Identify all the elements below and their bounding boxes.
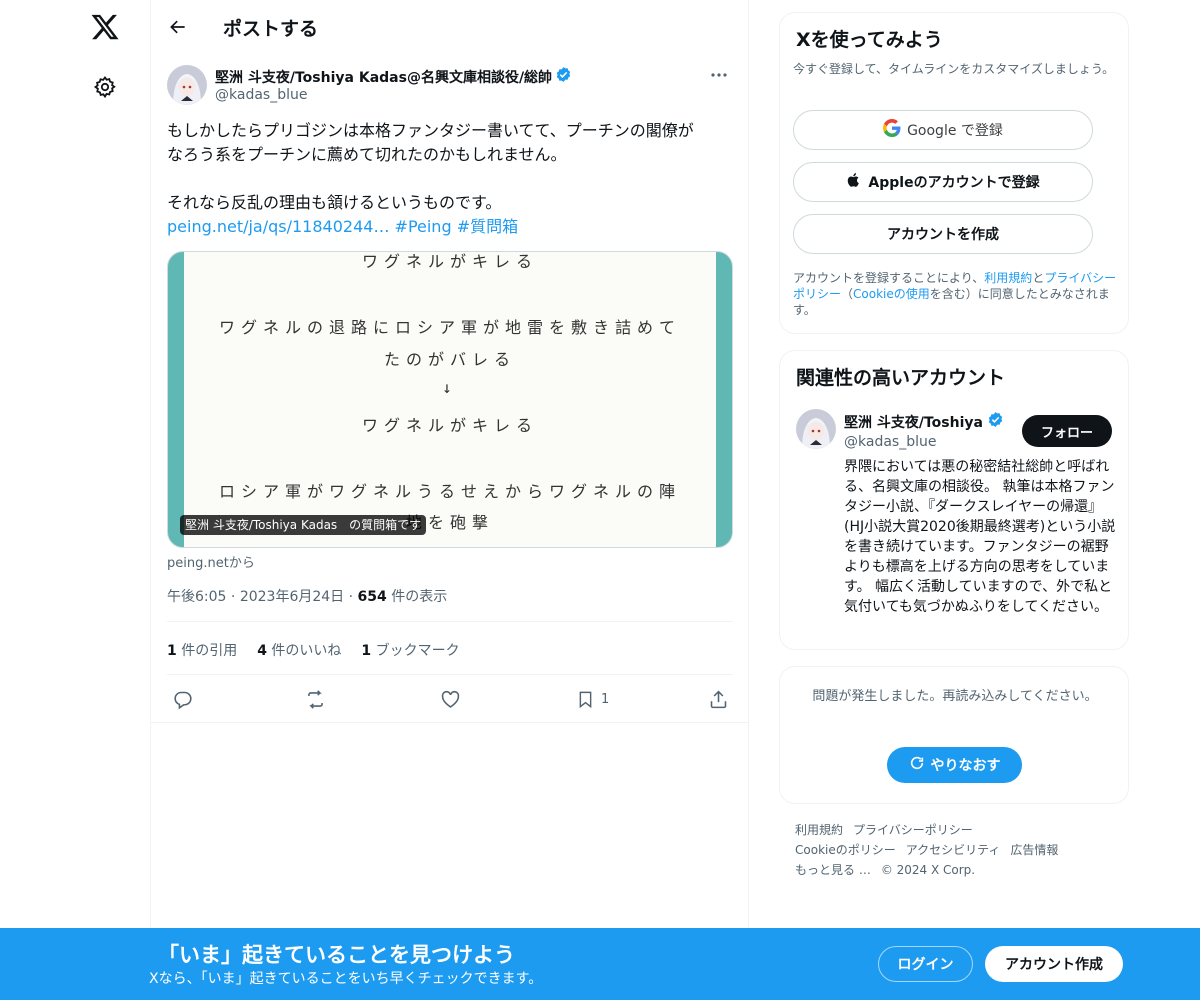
like-icon[interactable] xyxy=(440,686,461,712)
tweet-text-line: なろう系をプーチンに薦めて切れたのかもしれません。 xyxy=(167,145,567,164)
google-signup-button[interactable]: Google で登録 xyxy=(793,110,1093,150)
retry-button[interactable]: やりなおす xyxy=(887,747,1022,783)
author-name[interactable]: 堅洲 斗支夜/Toshiya Kadas@名興文庫相談役/総帥 xyxy=(215,66,572,87)
views-count: 654 xyxy=(357,589,387,605)
related-accounts-panel: 関連性の高いアカウント 堅洲 斗支夜/Toshiya @kadas_blue フ… xyxy=(779,350,1129,650)
likes-stat[interactable]: 4 件のいいね xyxy=(257,640,341,660)
link-card[interactable]: ワグネルがキレる ワグネルの退路にロシア軍が地雷を敷き詰めて たのがバレる ↓ … xyxy=(167,251,733,548)
footer-accessibility-link[interactable]: アクセシビリティ xyxy=(906,843,1001,857)
card-handwriting-line: たのがバレる xyxy=(383,350,516,369)
related-panel-title: 関連性の高いアカウント xyxy=(796,367,1006,389)
signup-panel: Xを使ってみよう 今すぐ登録して、タイムラインをカスタマイズしましょう。 Goo… xyxy=(779,12,1129,334)
x-logo-icon[interactable] xyxy=(88,10,122,44)
tweet-author: 堅洲 斗支夜/Toshiya Kadas@名興文庫相談役/総帥 @kadas_b… xyxy=(167,64,733,108)
card-handwriting-line: ワグネルがキレる xyxy=(361,416,538,435)
related-account-name[interactable]: 堅洲 斗支夜/Toshiya xyxy=(844,411,1004,432)
footer-ads-link[interactable]: 広告情報 xyxy=(1010,843,1058,857)
more-icon[interactable] xyxy=(705,64,733,86)
signup-button[interactable]: アカウント作成 xyxy=(985,946,1123,982)
tweet-meta: 午後6:05 · 2023年6月24日 · 654 件の表示 xyxy=(167,589,448,605)
views-label: 件の表示 xyxy=(391,589,448,605)
refresh-icon xyxy=(909,755,925,775)
left-nav xyxy=(0,0,150,1000)
tweet-actions: 1 xyxy=(167,686,733,712)
bottom-bar-subtitle: Xなら、「いま」起きていることをいち早くチェックできます。 xyxy=(149,971,543,987)
author-name-text: 堅洲 斗支夜/Toshiya Kadas@名興文庫相談役/総帥 xyxy=(215,69,553,86)
reply-icon[interactable] xyxy=(172,686,193,712)
retry-label: やりなおす xyxy=(930,758,1001,774)
divider xyxy=(167,674,733,675)
error-message: 問題が発生しました。再読み込みしてください。 xyxy=(812,689,1098,704)
divider xyxy=(167,621,733,622)
verified-badge-icon xyxy=(987,411,1004,432)
right-sidebar: Xを使ってみよう 今すぐ登録して、タイムラインをカスタマイズしましょう。 Goo… xyxy=(779,0,1129,1000)
avatar[interactable] xyxy=(796,409,836,449)
legal-notice: アカウントを登録することにより、利用規約とプライバシーポリシー（Cookieの使… xyxy=(793,271,1117,317)
tweet-link[interactable]: peing.net/ja/qs/11840244… xyxy=(167,217,389,236)
apple-signup-button[interactable]: Appleのアカウントで登録 xyxy=(793,162,1093,202)
card-caption: 堅洲 斗支夜/Toshiya Kadas の質問箱です xyxy=(180,515,427,535)
footer-cookie-link[interactable]: Cookieのポリシー xyxy=(795,843,896,857)
terms-link[interactable]: 利用規約 xyxy=(984,271,1032,285)
card-source[interactable]: peing.netから xyxy=(167,552,255,571)
card-handwriting-line: ワグネルがキレる xyxy=(361,252,538,271)
footer-links: 利用規約 プライバシーポリシー Cookieのポリシー アクセシビリティ 広告情報 も… xyxy=(795,820,1115,880)
footer-copyright: © 2024 X Corp. xyxy=(880,863,976,877)
page-header: ポストする xyxy=(151,0,749,53)
footer-terms-link[interactable]: 利用規約 xyxy=(795,823,843,837)
related-account-handle[interactable]: @kadas_blue xyxy=(844,434,936,450)
gear-icon[interactable] xyxy=(89,71,121,103)
login-button[interactable]: ログイン xyxy=(878,946,973,982)
avatar[interactable] xyxy=(167,65,207,105)
related-account-bio: 界隈においては悪の秘密結社総帥と呼ばれる、名興文庫の相談役。 執筆は本格ファンタ… xyxy=(844,459,1116,615)
page-title: ポストする xyxy=(223,18,319,40)
footer-more-link[interactable]: もっと見る … xyxy=(795,863,871,877)
card-image: ワグネルがキレる ワグネルの退路にロシア軍が地雷を敷き詰めて たのがバレる ↓ … xyxy=(184,252,716,547)
google-signup-label: Google で登録 xyxy=(907,123,1003,139)
signup-panel-subtitle: 今すぐ登録して、タイムラインをカスタマイズしましょう。 xyxy=(793,62,1115,76)
quotes-stat[interactable]: 1 件の引用 xyxy=(167,640,237,660)
bookmarks-stat[interactable]: 1 ブックマーク xyxy=(361,640,459,660)
divider xyxy=(151,722,749,723)
create-account-button[interactable]: アカウントを作成 xyxy=(793,214,1093,254)
bookmark-icon[interactable]: 1 xyxy=(576,686,609,712)
bottom-signup-bar: 「いま」起きていることを見つけよう Xなら、「いま」起きていることをいち早くチェ… xyxy=(0,928,1200,1000)
follow-button[interactable]: フォロー xyxy=(1022,415,1112,447)
tweet-stats: 1 件の引用 4 件のいいね 1 ブックマーク xyxy=(167,640,460,660)
apple-icon xyxy=(846,171,862,193)
main-column: ポストする 堅洲 斗支夜/Toshiya Kadas@名興文庫相談役/総帥 @k… xyxy=(150,0,749,1000)
hashtag-peing[interactable]: #Peing xyxy=(395,217,452,236)
tweet-text-line: もしかしたらプリゴジンは本格ファンタジー書いてて、プーチンの閣僚が xyxy=(167,121,694,140)
card-handwriting-line: ロシア軍がワグネルうるせえからワグネルの陣 xyxy=(218,482,681,501)
tweet-text: もしかしたらプリゴジンは本格ファンタジー書いてて、プーチンの閣僚が なろう系をプ… xyxy=(167,119,737,239)
tweet-time[interactable]: 午後6:05 xyxy=(167,589,226,605)
tweet-text-line: それなら反乱の理由も頷けるというものです。 xyxy=(167,193,502,212)
author-handle[interactable]: @kadas_blue xyxy=(215,87,307,103)
hashtag-question-box[interactable]: #質問箱 xyxy=(457,217,518,236)
footer-privacy-link[interactable]: プライバシーポリシー xyxy=(853,823,973,837)
cookie-link[interactable]: Cookieの使用 xyxy=(853,287,930,301)
card-handwriting-line: ワグネルの退路にロシア軍が地雷を敷き詰めて xyxy=(218,318,681,337)
apple-signup-label: Appleのアカウントで登録 xyxy=(868,175,1040,191)
card-handwriting-line: ↓ xyxy=(442,378,458,397)
signup-panel-title: Xを使ってみよう xyxy=(796,29,943,51)
bottom-bar-title: 「いま」起きていることを見つけよう xyxy=(158,943,515,967)
back-arrow-icon[interactable] xyxy=(162,11,194,43)
repost-icon[interactable] xyxy=(304,686,327,712)
google-icon xyxy=(883,119,901,141)
share-icon[interactable] xyxy=(708,686,729,712)
verified-badge-icon xyxy=(555,66,572,87)
bookmark-count: 1 xyxy=(601,691,610,707)
error-panel: 問題が発生しました。再読み込みしてください。 やりなおす xyxy=(779,666,1129,804)
tweet-date[interactable]: 2023年6月24日 xyxy=(240,589,344,605)
